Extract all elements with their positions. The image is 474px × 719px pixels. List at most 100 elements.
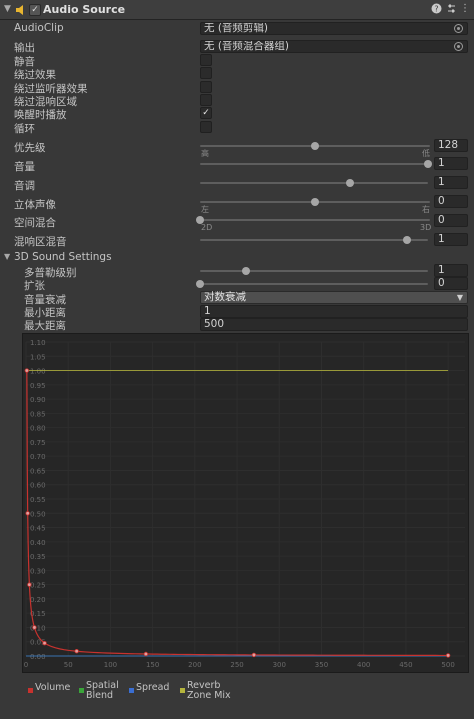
component-enabled-checkbox[interactable]: ✓	[29, 4, 41, 16]
stereo-pan-slider[interactable]	[200, 198, 430, 206]
priority-input[interactable]: 128	[434, 139, 468, 152]
legend-spread-swatch	[129, 688, 134, 693]
slider-knob[interactable]	[241, 267, 250, 275]
pitch-slider[interactable]	[200, 179, 428, 187]
x-tick-label: 100	[104, 661, 117, 669]
slider-knob[interactable]	[196, 280, 204, 288]
audio-clip-field[interactable]: 无 (音频剪辑)	[200, 22, 468, 35]
y-tick-label: 0.90	[30, 396, 46, 404]
more-icon[interactable]: ⋮	[459, 3, 471, 15]
section-3d-sound-settings[interactable]: 3D Sound Settings	[14, 251, 112, 263]
slider-knob[interactable]	[311, 198, 319, 206]
output-label: 输出	[14, 42, 35, 54]
component-header: ▼ ✓ Audio Source ? ⋮	[0, 0, 474, 20]
bypass-listener-effects-checkbox[interactable]	[200, 81, 212, 93]
legend-spatial-blend-swatch	[79, 688, 84, 693]
y-tick-label: 0.20	[30, 596, 46, 604]
y-tick-label: 0.10	[30, 624, 46, 632]
legend-spread[interactable]: Spread	[136, 683, 169, 693]
slider-knob[interactable]	[424, 160, 432, 168]
y-tick-label: 0.00	[30, 653, 46, 661]
pitch-input[interactable]: 1	[434, 176, 468, 189]
volume-input[interactable]: 1	[434, 157, 468, 170]
speaker-icon	[16, 5, 23, 15]
x-tick-label: 350	[315, 661, 328, 669]
volume-key-point	[445, 653, 451, 658]
spatial-blend-slider[interactable]	[196, 216, 430, 224]
volume-key-point	[42, 640, 47, 646]
volume-key-point	[251, 652, 257, 658]
slider-knob[interactable]	[403, 236, 412, 244]
bypass-effects-label: 绕过效果	[14, 69, 56, 81]
y-tick-label: 0.75	[30, 439, 46, 447]
y-tick-label: 0.80	[30, 425, 46, 433]
slider-knob[interactable]	[311, 142, 319, 150]
volume-slider[interactable]	[200, 160, 432, 168]
y-tick-label: 0.60	[30, 482, 46, 490]
object-picker-icon[interactable]	[454, 42, 463, 51]
component-title: Audio Source	[43, 3, 126, 16]
priority-slider[interactable]	[200, 142, 430, 150]
volume-rolloff-value: 对数衰减	[204, 291, 246, 303]
mute-checkbox[interactable]	[200, 54, 212, 66]
volume-key-point	[25, 511, 30, 516]
bypass-effects-checkbox[interactable]	[200, 67, 212, 79]
stereo-pan-max-label: 右	[422, 205, 430, 214]
y-tick-label: 0.85	[30, 410, 46, 418]
y-tick-label: 1.00	[30, 368, 46, 376]
spatial-blend-max-label: 3D	[420, 223, 432, 232]
reverb-zone-mix-slider[interactable]	[200, 236, 428, 244]
y-tick-label: 1.10	[30, 339, 46, 347]
object-picker-icon[interactable]	[454, 24, 463, 33]
play-on-awake-label: 唤醒时播放	[14, 109, 67, 121]
caret-down-icon[interactable]: ▼	[4, 252, 10, 261]
reverb-zone-mix-input[interactable]: 1	[434, 233, 468, 246]
x-tick-label: 300	[273, 661, 286, 669]
spatial-blend-input[interactable]: 0	[434, 214, 468, 227]
slider-knob[interactable]	[346, 179, 355, 187]
volume-key-point	[143, 651, 149, 657]
pitch-label: 音调	[14, 180, 35, 192]
spatial-blend-label: 空间混合	[14, 217, 56, 229]
stereo-pan-min-label: 左	[201, 205, 209, 214]
priority-max-label: 低	[422, 149, 430, 158]
y-tick-label: 0.25	[30, 582, 46, 590]
doppler-level-input[interactable]: 1	[434, 264, 468, 277]
y-tick-label: 0.70	[30, 453, 46, 461]
output-field[interactable]: 无 (音频混合器组)	[200, 40, 468, 53]
volume-rolloff-dropdown[interactable]: 对数衰减 ▼	[200, 291, 468, 304]
doppler-level-slider[interactable]	[200, 267, 428, 275]
audio-clip-label: AudioClip	[14, 22, 64, 34]
help-icon[interactable]: ?	[430, 3, 442, 15]
y-tick-label: 0.65	[30, 467, 46, 475]
x-tick-label: 500	[441, 661, 454, 669]
preset-icon[interactable]	[445, 3, 457, 15]
spread-slider[interactable]	[196, 280, 428, 288]
stereo-pan-label: 立体声像	[14, 199, 56, 211]
max-distance-label: 最大距离	[24, 320, 66, 332]
y-tick-label: 0.45	[30, 525, 46, 533]
caret-down-icon[interactable]: ▼	[4, 4, 11, 14]
bypass-reverb-zones-checkbox[interactable]	[200, 94, 212, 106]
x-tick-label: 150	[146, 661, 159, 669]
x-tick-label: 0	[24, 661, 28, 669]
volume-label: 音量	[14, 161, 35, 173]
x-tick-label: 200	[188, 661, 201, 669]
min-distance-input[interactable]: 1	[200, 305, 468, 318]
rolloff-curve-graph[interactable]: 0.00 0.05 0.10 0.15 0.20 0.25 0.30 0.35 0.40 0.45…	[22, 333, 469, 673]
legend-volume-swatch	[28, 688, 33, 693]
stereo-pan-input[interactable]: 0	[434, 195, 468, 208]
legend-volume[interactable]: Volume	[35, 683, 70, 693]
x-tick-label: 450	[399, 661, 412, 669]
dropdown-arrow-icon: ▼	[456, 293, 463, 302]
spread-input[interactable]: 0	[434, 277, 468, 290]
rolloff-curve-chart[interactable]: 0.000.050.100.150.200.250.300.350.400.45…	[23, 334, 468, 672]
audio-clip-value: 无 (音频剪辑)	[204, 22, 269, 34]
play-on-awake-checkbox[interactable]: ✓	[200, 107, 212, 119]
x-tick-label: 400	[357, 661, 370, 669]
reverb-zone-mix-label: 混响区混音	[14, 236, 67, 248]
legend-reverb-zone-mix[interactable]: Reverb Zone Mix	[187, 681, 231, 701]
loop-checkbox[interactable]	[200, 121, 212, 133]
max-distance-input[interactable]: 500	[200, 318, 468, 331]
legend-spatial-blend[interactable]: Spatial Blend	[86, 681, 119, 701]
